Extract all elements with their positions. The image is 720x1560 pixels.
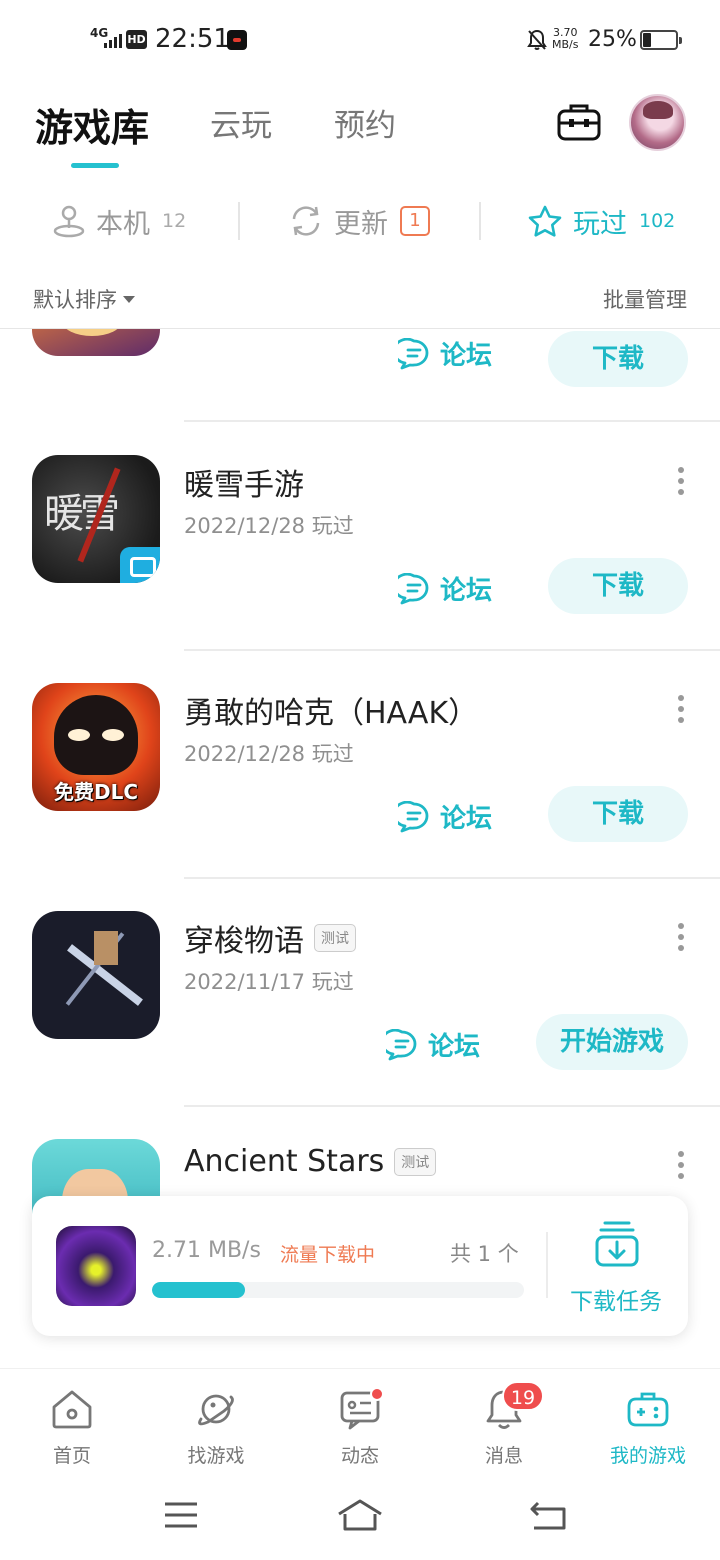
list-item[interactable]: 论坛 下载 — [0, 329, 720, 422]
battery-icon — [640, 30, 682, 50]
downloading-game-icon — [56, 1226, 136, 1306]
game-title: 暖雪手游 — [184, 468, 304, 503]
mute-icon — [527, 29, 547, 50]
message-count-badge: 19 — [502, 1381, 544, 1411]
filter-divider — [479, 202, 481, 240]
nav-find-games[interactable]: 找游戏 — [144, 1369, 288, 1473]
forum-icon — [398, 337, 429, 369]
hd-icon: HD — [126, 30, 147, 49]
menu-icon[interactable] — [161, 1498, 201, 1532]
download-task-button[interactable]: 下载任务 — [570, 1282, 662, 1316]
download-button[interactable]: 下载 — [548, 558, 688, 614]
game-icon — [32, 911, 160, 1039]
download-progress-card[interactable]: 2.71 MB/s 流量下载中 共 1 个 下载任务 — [32, 1196, 688, 1336]
filter-row: 本机 12 更新 1 玩过 102 — [0, 192, 720, 250]
toolbox-icon[interactable] — [556, 102, 602, 142]
status-bar: 4G HD 22:51 3.70 MB/s 25% — [0, 0, 720, 80]
download-button[interactable]: 下载 — [548, 786, 688, 842]
forum-button[interactable]: 论坛 — [398, 570, 492, 607]
tab-indicator — [71, 163, 119, 168]
game-icon — [32, 329, 160, 356]
back-icon[interactable] — [528, 1498, 568, 1532]
clock: 22:51 — [155, 24, 230, 54]
battery-percent: 25% — [588, 27, 637, 52]
download-task-icon[interactable] — [595, 1220, 639, 1268]
start-game-button[interactable]: 开始游戏 — [536, 1014, 688, 1070]
forum-icon — [386, 1028, 417, 1060]
played-date: 2022/11/17 玩过 — [184, 970, 354, 994]
bottom-nav: 首页 找游戏 动态 19 消息 我的游戏 — [0, 1368, 720, 1472]
batch-manage-button[interactable]: 批量管理 — [603, 284, 687, 314]
download-speed: 2.71 MB/s — [152, 1238, 261, 1263]
nav-home[interactable]: 首页 — [0, 1369, 144, 1473]
download-progress-fill — [152, 1282, 245, 1298]
test-tag: 测试 — [394, 1147, 437, 1176]
tab-reservation[interactable]: 预约 — [334, 100, 396, 145]
filter-update[interactable]: 更新 1 — [288, 192, 430, 250]
tab-cloud-play[interactable]: 云玩 — [210, 100, 272, 145]
test-tag: 测试 — [314, 924, 356, 952]
caret-down-icon — [123, 295, 135, 303]
gamepad-icon — [627, 1392, 669, 1427]
forum-button[interactable]: 论坛 — [398, 335, 492, 372]
nav-messages[interactable]: 19 消息 — [432, 1369, 576, 1473]
list-item[interactable]: 免费DLC 勇敢的哈克（HAAK） 2022/12/28 玩过 论坛 下载 — [0, 650, 720, 879]
forum-button[interactable]: 论坛 — [398, 798, 492, 835]
game-icon: 免费DLC — [32, 683, 160, 811]
notification-app-icon — [227, 30, 247, 50]
forum-icon — [398, 572, 429, 604]
notification-dot — [370, 1387, 384, 1401]
download-status: 流量下载中 — [280, 1244, 376, 1266]
forum-button[interactable]: 论坛 — [386, 1026, 480, 1063]
more-icon[interactable] — [676, 695, 686, 727]
sort-dropdown[interactable]: 默认排序 — [33, 284, 135, 314]
nav-my-games[interactable]: 我的游戏 — [576, 1369, 720, 1473]
played-date: 2022/12/28 玩过 — [184, 742, 354, 766]
download-count: 共 1 个 — [450, 1242, 519, 1266]
network-speed: 3.70 MB/s — [552, 26, 579, 51]
system-navigation-bar — [0, 1472, 720, 1560]
signal-icon — [104, 30, 122, 48]
more-icon[interactable] — [676, 923, 686, 955]
filter-divider — [238, 202, 240, 240]
divider — [546, 1232, 548, 1298]
joystick-icon — [53, 205, 85, 238]
game-title: 穿梭物语 测试 — [184, 916, 356, 960]
forum-icon — [398, 800, 429, 832]
game-title: Ancient Stars 测试 — [184, 1144, 437, 1179]
filter-local[interactable]: 本机 12 — [52, 192, 186, 250]
bilibili-icon — [120, 547, 160, 583]
list-item[interactable]: 暖雪 暖雪手游 2022/12/28 玩过 论坛 下载 — [0, 422, 720, 651]
game-icon: 暖雪 — [32, 455, 160, 583]
update-count-badge: 1 — [400, 206, 430, 236]
home-icon — [52, 1390, 92, 1429]
download-button[interactable]: 下载 — [548, 331, 688, 387]
star-icon — [528, 205, 562, 237]
planet-icon — [198, 1394, 234, 1426]
home-button-icon[interactable] — [336, 1498, 384, 1532]
more-icon[interactable] — [676, 467, 686, 499]
more-icon[interactable] — [676, 1151, 686, 1183]
nav-feed[interactable]: 动态 — [288, 1369, 432, 1473]
list-item[interactable]: 穿梭物语 测试 2022/11/17 玩过 论坛 开始游戏 — [0, 878, 720, 1107]
game-title: 勇敢的哈克（HAAK） — [184, 696, 479, 731]
tab-game-library[interactable]: 游戏库 — [35, 97, 149, 152]
download-progress-bar — [152, 1282, 524, 1298]
refresh-icon — [292, 206, 320, 236]
played-date: 2022/12/28 玩过 — [184, 514, 354, 538]
user-avatar[interactable] — [629, 94, 686, 151]
filter-played[interactable]: 玩过 102 — [527, 192, 675, 250]
